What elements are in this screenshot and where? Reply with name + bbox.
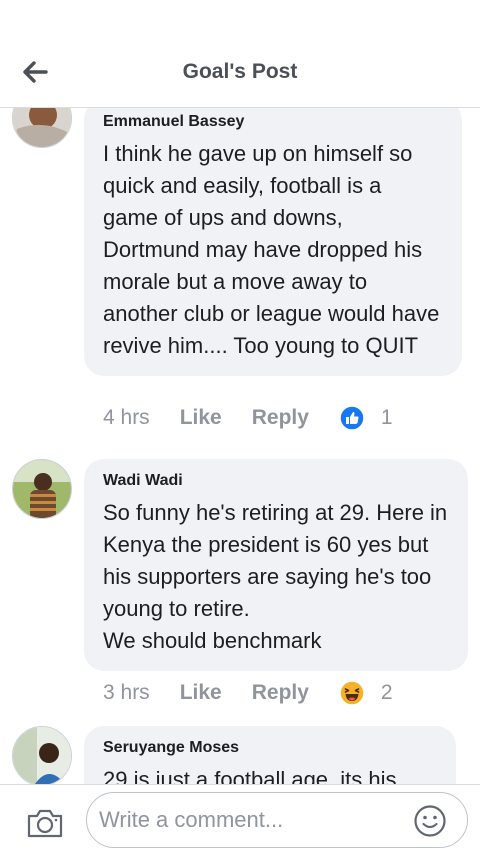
camera-icon [27,809,63,838]
comment-list: Emmanuel Bassey I think he gave up on hi… [0,108,480,784]
avatar-photo [13,108,71,147]
comment-author[interactable]: Wadi Wadi [103,471,448,491]
comment-input-box[interactable] [86,792,468,848]
avatar[interactable] [12,726,72,784]
comment-text: 29 is just a football age, its his [103,767,397,784]
comment-author[interactable]: Emmanuel Bassey [103,112,442,132]
comment-text: So funny he's retiring at 29. Here in Ke… [103,500,448,653]
comment-time[interactable]: 4 hrs [103,406,150,430]
comment-author[interactable]: Seruyange Moses [103,738,436,758]
comment-bubble[interactable]: Wadi Wadi So funny he's retiring at 29. … [84,459,468,671]
comment-text: I think he gave up on himself so quick a… [103,141,440,358]
page-title: Goal's Post [182,60,298,83]
top-bar: Goal's Post [0,0,480,108]
comment-composer [0,784,480,854]
comment-actions: 3 hrs Like Reply 2 [103,678,393,708]
haha-reaction-icon[interactable] [339,680,365,706]
avatar-photo [13,727,71,784]
smiley-icon [414,805,446,837]
reaction-count[interactable]: 1 [381,406,393,430]
comment-actions: 4 hrs Like Reply 1 [103,403,393,433]
like-button[interactable]: Like [180,681,222,705]
reply-button[interactable]: Reply [252,406,309,430]
like-reaction-icon[interactable] [339,405,365,431]
reply-button[interactable]: Reply [252,681,309,705]
comment-bubble[interactable]: Seruyange Moses 29 is just a football ag… [84,726,456,784]
avatar[interactable] [12,459,72,519]
comment-time[interactable]: 3 hrs [103,681,150,705]
avatar[interactable] [12,108,72,148]
comment-bubble[interactable]: Emmanuel Bassey I think he gave up on hi… [84,108,462,376]
comment-input[interactable] [99,803,399,837]
reaction-count[interactable]: 2 [381,681,393,705]
like-button[interactable]: Like [180,406,222,430]
camera-button[interactable] [26,807,64,839]
emoji-button[interactable] [413,804,447,838]
avatar-photo [13,460,71,518]
